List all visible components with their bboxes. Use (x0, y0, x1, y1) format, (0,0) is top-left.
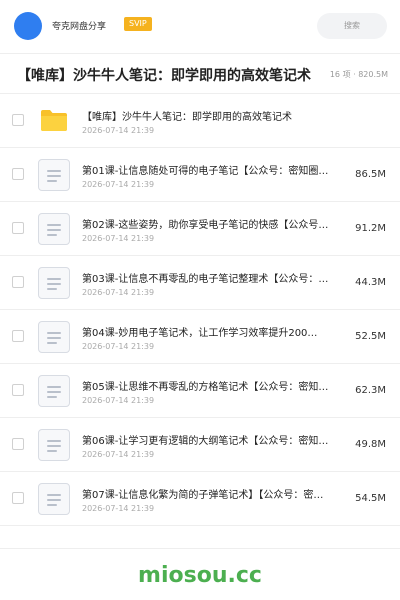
folder-meta: 16 项 · 820.5M (329, 70, 388, 79)
file-row[interactable]: 第01课-让信息随处可得的电子笔记【公众号：密知圈… 2026-07-14 21… (0, 148, 400, 202)
top-bar: 夸克网盘分享 SVIP 搜索 (0, 0, 400, 54)
file-row[interactable]: 第07课-让信息化繁为简的子弹笔记术】【公众号：密… 2026-07-14 21… (0, 472, 400, 526)
file-row[interactable]: 第04课-妙用电子笔记术，让工作学习效率提升200… 2026-07-14 21… (0, 310, 400, 364)
file-date: 2026-07-14 21:39 (82, 234, 155, 243)
row-checkbox[interactable] (12, 222, 24, 234)
page-title: 【唯库】沙牛牛人笔记：即学即用的高效笔记术 (17, 68, 311, 84)
file-name[interactable]: 【唯库】沙牛牛人笔记：即学即用的高效笔记术 (82, 108, 342, 123)
row-checkbox[interactable] (12, 168, 24, 180)
file-row[interactable]: 第05课-让思维不再零乱的方格笔记术【公众号：密知… 2026-07-14 21… (0, 364, 400, 418)
file-row[interactable]: 第03课-让信息不再零乱的电子笔记整理术【公众号：… 2026-07-14 21… (0, 256, 400, 310)
file-date: 2026-07-14 21:39 (82, 180, 155, 189)
watermark: miosou.cc (138, 563, 262, 588)
row-checkbox[interactable] (12, 438, 24, 450)
search-input[interactable]: 搜索 (317, 13, 387, 39)
footer-divider (0, 548, 400, 549)
file-date: 2026-07-14 21:39 (82, 396, 155, 405)
file-name[interactable]: 第03课-让信息不再零乱的电子笔记整理术【公众号：… (82, 270, 352, 285)
avatar[interactable] (14, 12, 42, 40)
document-icon (38, 213, 70, 245)
username[interactable]: 夸克网盘分享 (52, 19, 106, 32)
file-name[interactable]: 第01课-让信息随处可得的电子笔记【公众号：密知圈… (82, 162, 352, 177)
file-name[interactable]: 第07课-让信息化繁为简的子弹笔记术】【公众号：密… (82, 486, 352, 501)
file-size: 62.3M (355, 385, 386, 396)
document-icon (38, 429, 70, 461)
file-size: 91.2M (355, 223, 386, 234)
document-icon (38, 159, 70, 191)
document-icon (38, 375, 70, 407)
file-date: 2026-07-14 21:39 (82, 504, 155, 513)
document-icon (38, 321, 70, 353)
file-size: 54.5M (355, 493, 386, 504)
file-row[interactable]: 第02课-这些姿势，助你享受电子笔记的快感【公众号… 2026-07-14 21… (0, 202, 400, 256)
file-date: 2026-07-14 21:39 (82, 450, 155, 459)
row-checkbox[interactable] (12, 384, 24, 396)
document-icon (38, 483, 70, 515)
file-date: 2026-07-14 21:39 (82, 288, 155, 297)
file-name[interactable]: 第02课-这些姿势，助你享受电子笔记的快感【公众号… (82, 216, 352, 231)
file-size: 52.5M (355, 331, 386, 342)
row-checkbox[interactable] (12, 492, 24, 504)
document-icon (38, 267, 70, 299)
file-size: 49.8M (355, 439, 386, 450)
row-checkbox[interactable] (12, 114, 24, 126)
file-row[interactable]: 第06课-让学习更有逻辑的大纲笔记术【公众号：密知… 2026-07-14 21… (0, 418, 400, 472)
file-date: 2026-07-14 21:39 (82, 342, 155, 351)
file-row[interactable]: 【唯库】沙牛牛人笔记：即学即用的高效笔记术 2026-07-14 21:39 (0, 94, 400, 148)
file-date: 2026-07-14 21:39 (82, 126, 155, 135)
vip-badge: SVIP (124, 17, 152, 31)
row-checkbox[interactable] (12, 330, 24, 342)
file-size: 86.5M (355, 169, 386, 180)
file-size: 44.3M (355, 277, 386, 288)
file-name[interactable]: 第04课-妙用电子笔记术，让工作学习效率提升200… (82, 324, 352, 339)
file-name[interactable]: 第05课-让思维不再零乱的方格笔记术【公众号：密知… (82, 378, 352, 393)
file-name[interactable]: 第06课-让学习更有逻辑的大纲笔记术【公众号：密知… (82, 432, 352, 447)
row-checkbox[interactable] (12, 276, 24, 288)
folder-icon (41, 110, 67, 131)
folder-title-row: 【唯库】沙牛牛人笔记：即学即用的高效笔记术 16 项 · 820.5M (0, 54, 400, 94)
